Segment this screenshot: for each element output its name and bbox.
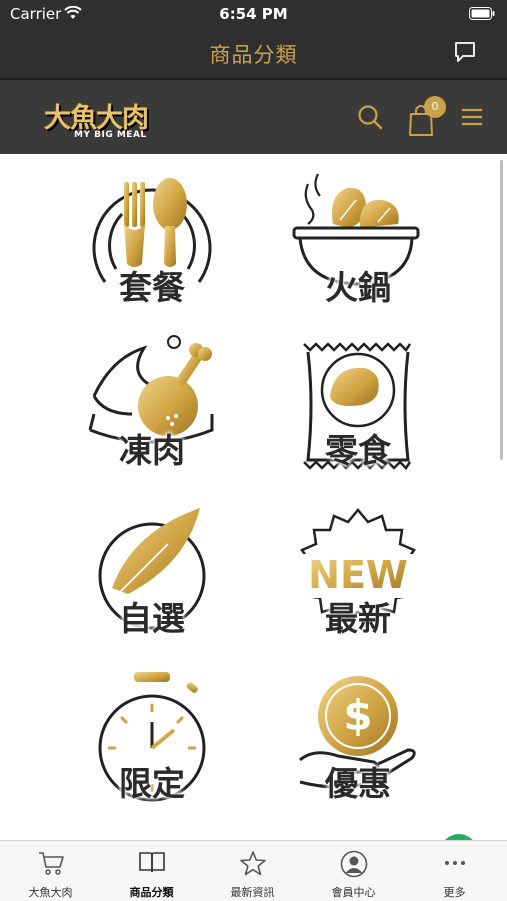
tab-label: 商品分類 bbox=[129, 886, 174, 899]
cart-icon bbox=[39, 852, 64, 875]
category-frozen-meat[interactable]: 凍肉 bbox=[72, 334, 232, 484]
tab-categories[interactable]: 商品分類 bbox=[101, 841, 202, 901]
category-label: 火鍋 bbox=[325, 268, 391, 307]
tab-news[interactable]: 最新資訊 bbox=[202, 841, 303, 901]
tab-label: 最新資訊 bbox=[230, 886, 275, 899]
chat-icon[interactable] bbox=[453, 40, 477, 64]
category-limited[interactable]: 限定 bbox=[72, 664, 232, 814]
category-newest[interactable]: NEW 最新 bbox=[278, 504, 438, 654]
clock: 6:54 PM bbox=[219, 5, 288, 23]
category-label: 零食 bbox=[325, 431, 391, 470]
battery-icon bbox=[469, 7, 495, 20]
search-icon[interactable] bbox=[357, 104, 383, 130]
category-set-meal[interactable]: 套餐 bbox=[72, 164, 232, 314]
cart-count-badge: 0 bbox=[424, 96, 446, 118]
tab-more[interactable]: 更多 bbox=[404, 841, 505, 901]
page-title: 商品分類 bbox=[209, 43, 298, 67]
more-icon bbox=[445, 861, 465, 865]
tab-label: 會員中心 bbox=[331, 886, 376, 899]
book-icon bbox=[139, 852, 165, 873]
brand-logo[interactable]: 大魚大肉 MY BIG MEAL bbox=[44, 96, 166, 144]
tab-home[interactable]: 大魚大肉 bbox=[0, 841, 101, 901]
svg-text:$: $ bbox=[343, 691, 372, 740]
app-header: 商品分類 bbox=[0, 28, 507, 78]
person-icon bbox=[340, 850, 368, 878]
menu-icon[interactable] bbox=[461, 108, 483, 126]
category-discounts[interactable]: $ 優惠 bbox=[278, 664, 438, 814]
status-bar: Carrier 6:54 PM bbox=[0, 0, 507, 28]
tab-bar: 大魚大肉 商品分類 最新資訊 會員中心 更多 bbox=[0, 840, 507, 901]
category-label: 最新 bbox=[325, 599, 391, 638]
new-badge-text: NEW bbox=[308, 553, 408, 597]
site-header: 大魚大肉 MY BIG MEAL 0 bbox=[0, 80, 507, 154]
tab-label: 大魚大肉 bbox=[28, 886, 73, 899]
tab-member[interactable]: 會員中心 bbox=[303, 841, 404, 901]
category-label: 套餐 bbox=[119, 268, 185, 307]
star-icon bbox=[240, 851, 266, 876]
category-label: 自選 bbox=[119, 599, 185, 638]
category-custom-choice[interactable]: 自選 bbox=[72, 504, 232, 654]
category-label: 優惠 bbox=[325, 764, 391, 803]
category-label: 凍肉 bbox=[119, 431, 185, 470]
category-hotpot[interactable]: 火鍋 bbox=[278, 164, 438, 314]
category-grid: 套餐 火鍋 凍肉 零食 自選 NEW 最新 限定 $ 優惠 bbox=[0, 154, 507, 840]
category-label: 限定 bbox=[119, 764, 185, 803]
category-snacks[interactable]: 零食 bbox=[278, 334, 438, 484]
tab-label: 更多 bbox=[443, 886, 466, 899]
scrollbar[interactable] bbox=[500, 160, 503, 460]
